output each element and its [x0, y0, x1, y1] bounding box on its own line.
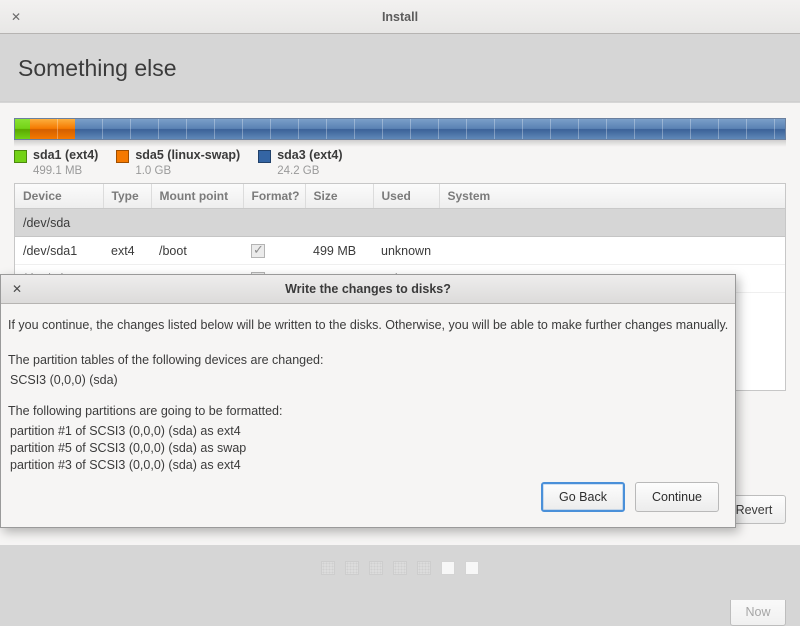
- legend-item: sda3 (ext4)24.2 GB: [258, 148, 342, 179]
- legend-label: sda1 (ext4): [33, 148, 98, 163]
- install-window: ✕ Install Something else sda1 (ext4)499.…: [0, 0, 800, 600]
- window-titlebar: ✕ Install: [0, 0, 800, 34]
- dialog-format-list: partition #1 of SCSI3 (0,0,0) (sda) as e…: [10, 423, 246, 474]
- table-cell: /dev/sda1: [15, 237, 103, 265]
- legend-swatch: [116, 150, 129, 163]
- legend-size: 24.2 GB: [277, 163, 342, 179]
- install-now-button[interactable]: Now: [730, 597, 786, 626]
- column-header[interactable]: Type: [103, 184, 151, 209]
- partition-bar-shadow: [14, 140, 786, 147]
- partition-legend: sda1 (ext4)499.1 MB sda5 (linux-swap)1.0 …: [14, 148, 361, 179]
- legend-size: 499.1 MB: [33, 163, 98, 179]
- table-header-row: DeviceTypeMount pointFormat?SizeUsedSyst…: [15, 184, 785, 209]
- partition-segment-sda5: [30, 119, 75, 139]
- progress-step: [321, 561, 335, 575]
- column-header[interactable]: System: [439, 184, 785, 209]
- format-checkbox[interactable]: [251, 244, 265, 258]
- progress-step: [441, 561, 455, 575]
- table-cell: unknown: [373, 237, 439, 265]
- dialog-titlebar: ✕ Write the changes to disks?: [1, 275, 735, 304]
- device-group-label: /dev/sda: [15, 209, 785, 237]
- legend-label: sda5 (linux-swap): [135, 148, 240, 163]
- table-cell: ext4: [103, 237, 151, 265]
- dialog-title: Write the changes to disks?: [1, 275, 735, 304]
- continue-button[interactable]: Continue: [635, 482, 719, 512]
- dialog-body: If you continue, the changes listed belo…: [1, 305, 735, 527]
- progress-step: [345, 561, 359, 575]
- dialog-section1-item: SCSI3 (0,0,0) (sda): [10, 373, 118, 387]
- table-cell: 499 MB: [305, 237, 373, 265]
- column-header[interactable]: Used: [373, 184, 439, 209]
- write-changes-dialog: ✕ Write the changes to disks? If you con…: [0, 274, 736, 528]
- partition-segment-sda1: [15, 119, 30, 139]
- dialog-intro-text: If you continue, the changes listed belo…: [8, 317, 730, 333]
- column-header[interactable]: Size: [305, 184, 373, 209]
- table-cell: [439, 237, 785, 265]
- progress-step: [369, 561, 383, 575]
- format-list-item: partition #5 of SCSI3 (0,0,0) (sda) as s…: [10, 440, 246, 457]
- window-title: Install: [0, 0, 800, 34]
- partition-segment-sda3: [75, 119, 785, 139]
- device-group-row[interactable]: /dev/sda: [15, 209, 785, 237]
- table-row[interactable]: /dev/sda1ext4/boot 499 MBunknown: [15, 237, 785, 265]
- column-header[interactable]: Device: [15, 184, 103, 209]
- legend-item: sda1 (ext4)499.1 MB: [14, 148, 98, 179]
- legend-swatch: [14, 150, 27, 163]
- dialog-section1-title: The partition tables of the following de…: [8, 353, 323, 367]
- go-back-button[interactable]: Go Back: [541, 482, 625, 512]
- page-title: Something else: [18, 55, 177, 82]
- progress-steps: [0, 561, 800, 575]
- legend-label: sda3 (ext4): [277, 148, 342, 163]
- legend-item: sda5 (linux-swap)1.0 GB: [116, 148, 240, 179]
- progress-step: [465, 561, 479, 575]
- page-heading-band: Something else: [0, 35, 800, 102]
- legend-size: 1.0 GB: [135, 163, 240, 179]
- format-checkbox-cell: [243, 237, 305, 265]
- legend-swatch: [258, 150, 271, 163]
- progress-step: [417, 561, 431, 575]
- partition-usage-bar: [14, 118, 786, 140]
- column-header[interactable]: Mount point: [151, 184, 243, 209]
- table-cell: /boot: [151, 237, 243, 265]
- format-list-item: partition #1 of SCSI3 (0,0,0) (sda) as e…: [10, 423, 246, 440]
- format-list-item: partition #3 of SCSI3 (0,0,0) (sda) as e…: [10, 457, 246, 474]
- dialog-section2-title: The following partitions are going to be…: [8, 404, 282, 418]
- column-header[interactable]: Format?: [243, 184, 305, 209]
- footer: [0, 545, 800, 600]
- dialog-button-row: Go Back Continue: [541, 482, 719, 512]
- progress-step: [393, 561, 407, 575]
